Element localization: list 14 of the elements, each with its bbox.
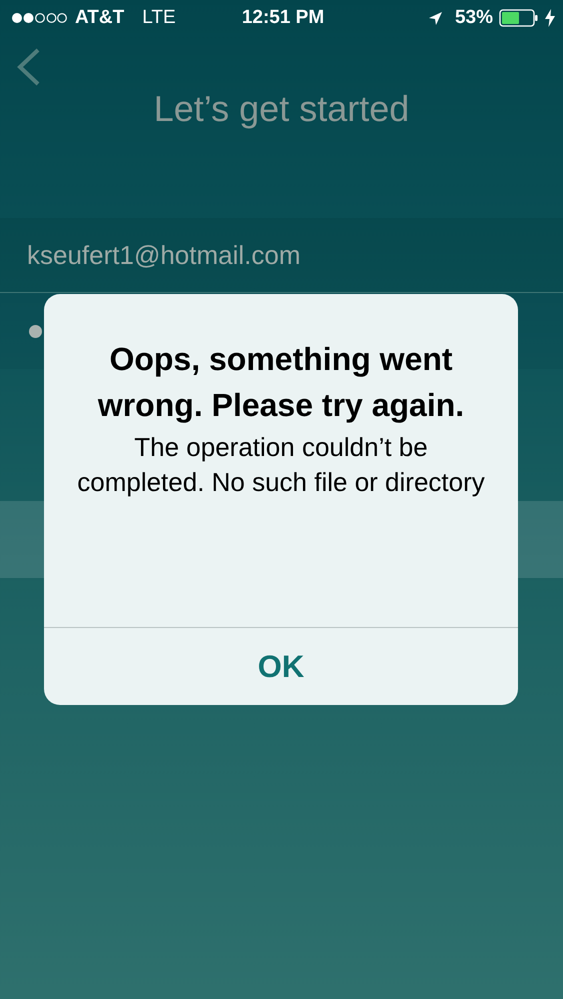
- charging-bolt-icon: [545, 9, 555, 27]
- signal-strength-icon: [11, 12, 67, 24]
- back-icon[interactable]: [15, 47, 41, 87]
- ok-button[interactable]: OK: [44, 628, 518, 705]
- alert-title: Oops, something went wrong. Please try again.: [96, 340, 466, 425]
- battery-icon: [499, 9, 539, 27]
- clock-time: 12:51 PM: [242, 7, 324, 29]
- page-title: Let’s get started: [152, 88, 410, 131]
- carrier-name: AT&T: [75, 7, 124, 29]
- password-dot-icon: [29, 324, 42, 338]
- alert-message: The operation couldn’t be completed. No such file or directory: [76, 431, 486, 499]
- network-type: LTE: [142, 7, 176, 29]
- battery-percentage: 53%: [454, 7, 493, 29]
- location-arrow-icon: [428, 10, 443, 26]
